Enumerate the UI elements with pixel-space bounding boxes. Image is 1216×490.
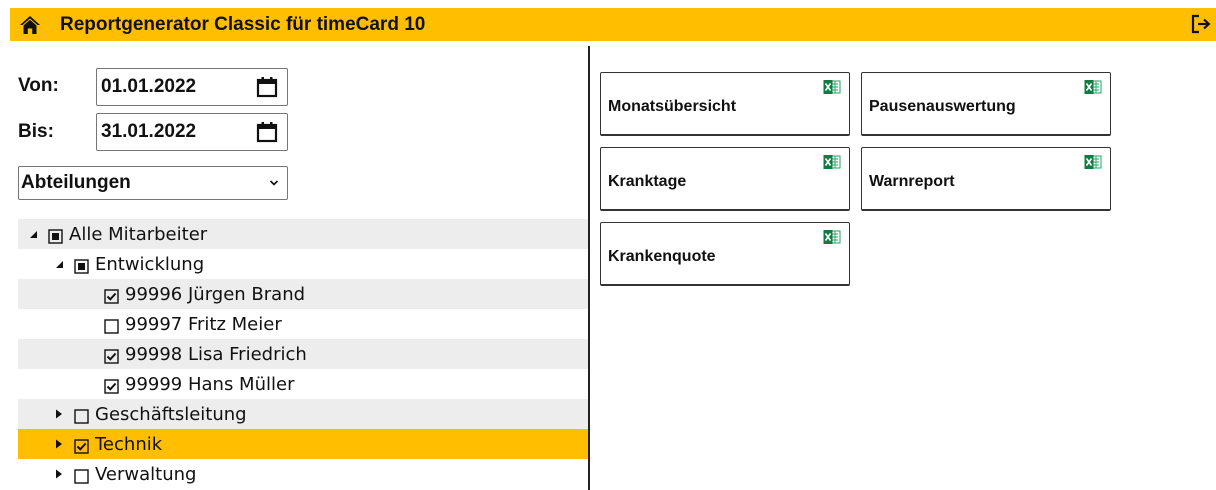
collapsed-arrow-icon[interactable] <box>52 469 66 479</box>
calendar-icon[interactable] <box>255 75 279 99</box>
tree-row[interactable]: Alle Mitarbeiter <box>18 219 588 249</box>
tree-row[interactable]: Entwicklung <box>18 249 588 279</box>
from-date-input[interactable]: 01.01.2022 <box>96 68 288 106</box>
tree-row[interactable]: 99996 Jürgen Brand <box>18 279 588 309</box>
excel-icon <box>823 154 841 170</box>
checkbox-checked-icon[interactable] <box>104 288 119 304</box>
to-date-value: 31.01.2022 <box>101 121 197 142</box>
checkbox-partial-icon[interactable] <box>74 258 89 274</box>
report-tile-monatsuebersicht[interactable]: Monatsübersicht <box>600 72 850 136</box>
tree-row[interactable]: Geschäftsleitung <box>18 399 588 429</box>
report-tile-label: Monatsübersicht <box>608 98 737 115</box>
checkbox-partial-icon[interactable] <box>48 228 63 244</box>
report-tile-warnreport[interactable]: Warnreport <box>861 147 1111 211</box>
title-bar: Reportgenerator Classic für timeCard 10 <box>10 8 1216 41</box>
tree-row-label: 99997 Fritz Meier <box>125 313 282 335</box>
tree-row-label: 99996 Jürgen Brand <box>125 283 306 305</box>
checkbox-unchecked-icon[interactable] <box>104 318 119 334</box>
logout-icon[interactable] <box>1190 13 1212 35</box>
checkbox-checked-icon[interactable] <box>104 348 119 364</box>
report-tile-label: Krankenquote <box>608 248 716 265</box>
tree-row-label: Geschäftsleitung <box>95 403 247 425</box>
employee-tree: Alle Mitarbeiter Entwicklung 99996 Jürgen … <box>18 219 588 489</box>
expanded-arrow-icon[interactable] <box>52 260 66 269</box>
report-tile-krankenquote[interactable]: Krankenquote <box>600 222 850 286</box>
tree-row-label: 99999 Hans Müller <box>125 373 295 395</box>
from-label: Von: <box>18 75 59 96</box>
checkbox-checked-icon[interactable] <box>104 378 119 394</box>
tree-row[interactable]: Technik <box>18 429 588 459</box>
expanded-arrow-icon[interactable] <box>26 230 40 239</box>
chevron-down-icon <box>269 180 279 186</box>
tree-row-label: Technik <box>95 433 163 455</box>
excel-icon <box>823 229 841 245</box>
home-icon[interactable] <box>16 11 44 39</box>
collapsed-arrow-icon[interactable] <box>52 439 66 449</box>
panel-divider <box>588 46 590 490</box>
from-date-value: 01.01.2022 <box>101 76 197 97</box>
app-title: Reportgenerator Classic für timeCard 10 <box>60 13 426 35</box>
calendar-icon[interactable] <box>255 120 279 144</box>
report-tile-label: Kranktage <box>608 173 687 190</box>
to-date-input[interactable]: 31.01.2022 <box>96 113 288 151</box>
report-tile-label: Warnreport <box>869 173 955 190</box>
checkbox-unchecked-icon[interactable] <box>74 408 89 424</box>
checkbox-checked-icon[interactable] <box>74 438 89 454</box>
department-select-value: Abteilungen <box>21 172 131 193</box>
collapsed-arrow-icon[interactable] <box>52 409 66 419</box>
tree-row[interactable]: 99997 Fritz Meier <box>18 309 588 339</box>
tree-row-label: Alle Mitarbeiter <box>69 223 208 245</box>
report-tile-kranktage[interactable]: Kranktage <box>600 147 850 211</box>
tree-row[interactable]: 99999 Hans Müller <box>18 369 588 399</box>
excel-icon <box>1084 79 1102 95</box>
report-tile-pausenauswertung[interactable]: Pausenauswertung <box>861 72 1111 136</box>
report-tile-label: Pausenauswertung <box>869 98 1016 115</box>
tree-row-label: Verwaltung <box>95 463 197 485</box>
tree-row[interactable]: Verwaltung <box>18 459 588 489</box>
excel-icon <box>1084 154 1102 170</box>
checkbox-unchecked-icon[interactable] <box>74 468 89 484</box>
excel-icon <box>823 79 841 95</box>
tree-row-label: Entwicklung <box>95 253 205 275</box>
tree-row-label: 99998 Lisa Friedrich <box>125 343 307 365</box>
to-label: Bis: <box>18 121 54 142</box>
department-select[interactable]: Abteilungen <box>18 166 288 200</box>
tree-row[interactable]: 99998 Lisa Friedrich <box>18 339 588 369</box>
